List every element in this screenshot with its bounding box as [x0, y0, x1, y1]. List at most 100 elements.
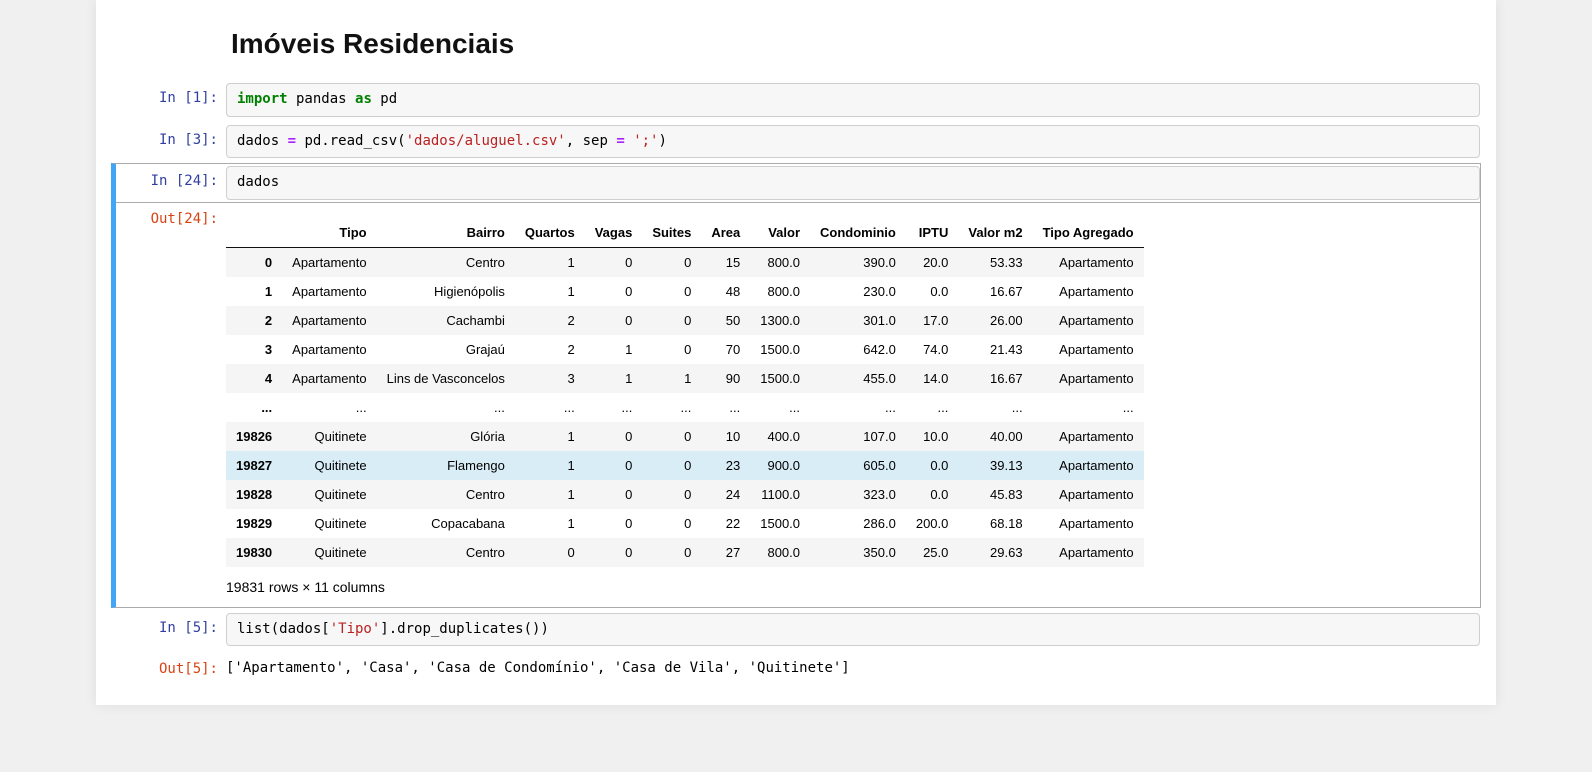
cell: Apartamento [282, 364, 376, 393]
column-header: Condominio [810, 218, 906, 248]
cell: 29.63 [958, 538, 1032, 567]
table-row: 19826QuitineteGlória10010400.0107.010.04… [226, 422, 1144, 451]
column-header: Bairro [377, 218, 515, 248]
cell: 1 [515, 480, 585, 509]
row-index: 4 [226, 364, 282, 393]
cell: 27 [701, 538, 750, 567]
cell: 10 [701, 422, 750, 451]
kw-as: as [355, 91, 372, 107]
cell: 1 [585, 364, 643, 393]
row-index: 19827 [226, 451, 282, 480]
cell: 1 [515, 422, 585, 451]
cell: 10.0 [906, 422, 959, 451]
operator: = [616, 133, 624, 149]
column-header: Tipo [282, 218, 376, 248]
code-cell-1[interactable]: In [1]: import pandas as pd [111, 80, 1481, 120]
code-cell-24[interactable]: In [24]: dados [111, 163, 1481, 203]
cell: Quitinete [282, 451, 376, 480]
cell: 0 [585, 247, 643, 277]
cell: ... [1033, 393, 1144, 422]
cell: 0 [585, 509, 643, 538]
table-row: 19829QuitineteCopacabana100221500.0286.0… [226, 509, 1144, 538]
table-row: 3ApartamentoGrajaú210701500.0642.074.021… [226, 335, 1144, 364]
code-input[interactable]: dados [226, 166, 1480, 200]
cell: 1500.0 [750, 335, 810, 364]
cell: 800.0 [750, 538, 810, 567]
code-input[interactable]: dados = pd.read_csv('dados/aluguel.csv',… [226, 125, 1480, 159]
cell: Apartamento [282, 306, 376, 335]
cell: ... [750, 393, 810, 422]
cell: 107.0 [810, 422, 906, 451]
cell: 400.0 [750, 422, 810, 451]
table-row: .................................... [226, 393, 1144, 422]
cell: 1300.0 [750, 306, 810, 335]
input-prompt: In [3]: [116, 125, 226, 151]
cell: 0 [642, 306, 701, 335]
table-row: 4ApartamentoLins de Vasconcelos311901500… [226, 364, 1144, 393]
cell: ... [642, 393, 701, 422]
code-text: dados [237, 133, 288, 149]
input-prompt: In [5]: [116, 613, 226, 639]
cell: 286.0 [810, 509, 906, 538]
column-header: Quartos [515, 218, 585, 248]
markdown-title-cell: Imóveis Residenciais [111, 0, 1481, 78]
cell: 230.0 [810, 277, 906, 306]
cell: 0 [515, 538, 585, 567]
cell: 0 [642, 422, 701, 451]
cell: Apartamento [282, 335, 376, 364]
cell: Apartamento [1033, 364, 1144, 393]
cell: 1100.0 [750, 480, 810, 509]
cell: 0.0 [906, 277, 959, 306]
cell: 0 [642, 451, 701, 480]
cell: 16.67 [958, 364, 1032, 393]
cell: 74.0 [906, 335, 959, 364]
cell: Quitinete [282, 509, 376, 538]
cell: 605.0 [810, 451, 906, 480]
cell: 14.0 [906, 364, 959, 393]
cell: Grajaú [377, 335, 515, 364]
cell: 0 [642, 335, 701, 364]
code-text: ].drop_duplicates()) [380, 621, 549, 637]
cell: Apartamento [1033, 451, 1144, 480]
cell: 0 [585, 451, 643, 480]
row-index: 3 [226, 335, 282, 364]
cell: 39.13 [958, 451, 1032, 480]
cell: Apartamento [1033, 306, 1144, 335]
output-prompt: Out[24]: [116, 204, 226, 230]
cell: Quitinete [282, 538, 376, 567]
output-cell-5: Out[5]: ['Apartamento', 'Casa', 'Casa de… [111, 651, 1481, 683]
cell: Apartamento [1033, 538, 1144, 567]
cell: 0 [642, 538, 701, 567]
cell: 0 [642, 480, 701, 509]
string-literal: 'Tipo' [330, 621, 381, 637]
cell: Centro [377, 480, 515, 509]
cell: ... [585, 393, 643, 422]
input-prompt: In [24]: [116, 166, 226, 192]
code-text: pd [372, 91, 397, 107]
code-cell-5[interactable]: In [5]: list(dados['Tipo'].drop_duplicat… [111, 610, 1481, 650]
cell: 0.0 [906, 480, 959, 509]
cell: 0.0 [906, 451, 959, 480]
cell: Higienópolis [377, 277, 515, 306]
dataframe-summary: 19831 rows × 11 columns [226, 575, 1480, 595]
row-index: 2 [226, 306, 282, 335]
row-index: 19826 [226, 422, 282, 451]
cell: 301.0 [810, 306, 906, 335]
code-input[interactable]: list(dados['Tipo'].drop_duplicates()) [226, 613, 1480, 647]
column-header [226, 218, 282, 248]
code-input[interactable]: import pandas as pd [226, 83, 1480, 117]
cell: 1 [642, 364, 701, 393]
row-index: 1 [226, 277, 282, 306]
dataframe-output: TipoBairroQuartosVagasSuitesAreaValorCon… [226, 204, 1480, 605]
operator: = [288, 133, 296, 149]
column-header: Area [701, 218, 750, 248]
cell: Apartamento [1033, 335, 1144, 364]
cell: ... [810, 393, 906, 422]
table-row: 19828QuitineteCentro100241100.0323.00.04… [226, 480, 1144, 509]
cell: 390.0 [810, 247, 906, 277]
cell: Lins de Vasconcelos [377, 364, 515, 393]
cell: 0 [585, 480, 643, 509]
cell: 90 [701, 364, 750, 393]
cell: 48 [701, 277, 750, 306]
code-cell-3[interactable]: In [3]: dados = pd.read_csv('dados/alugu… [111, 122, 1481, 162]
